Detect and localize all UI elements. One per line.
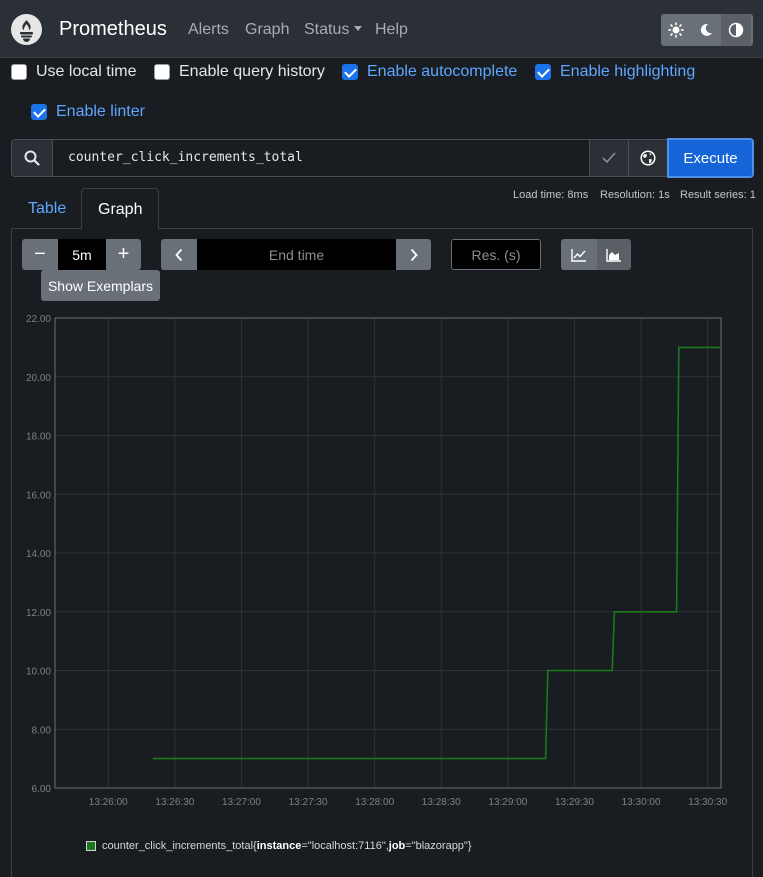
y-tick-label: 14.00 <box>26 549 51 560</box>
linter-option[interactable]: Enable linter <box>31 103 145 121</box>
x-tick-label: 13:29:00 <box>488 797 527 808</box>
y-tick-label: 10.00 <box>26 667 51 678</box>
nav-help[interactable]: Help <box>375 21 408 39</box>
x-tick-label: 13:26:00 <box>89 797 128 808</box>
range-input[interactable]: 5m <box>58 239 106 270</box>
x-tick-label: 13:28:30 <box>422 797 461 808</box>
legend-metric: counter_click_increments_total <box>102 840 254 852</box>
nav-graph[interactable]: Graph <box>245 21 289 39</box>
highlighting-checkbox[interactable] <box>535 64 551 80</box>
chart-grid <box>55 317 721 789</box>
unstacked-chart-button[interactable] <box>561 239 597 270</box>
y-tick-label: 12.00 <box>26 608 51 619</box>
x-tick-label: 13:27:00 <box>222 797 261 808</box>
chevron-right-icon <box>410 248 418 261</box>
autocomplete-option[interactable]: Enable autocomplete <box>342 63 517 81</box>
x-tick-label: 13:30:30 <box>688 797 727 808</box>
highlighting-option[interactable]: Enable highlighting <box>535 63 695 81</box>
sun-icon <box>668 22 684 38</box>
theme-light-button[interactable] <box>661 14 691 46</box>
x-tick-label: 13:26:30 <box>155 797 194 808</box>
theme-auto-button[interactable] <box>721 14 751 46</box>
previous-time-button[interactable] <box>161 239 197 270</box>
y-tick-label: 20.00 <box>26 373 51 384</box>
resolution-input[interactable]: Res. (s) <box>451 239 541 270</box>
use-local-time-label: Use local time <box>36 63 137 80</box>
contrast-icon <box>728 22 744 38</box>
stacked-chart-button[interactable] <box>597 239 631 270</box>
chart-legend[interactable]: counter_click_increments_total{instance =… <box>86 840 472 852</box>
y-tick-label: 16.00 <box>26 490 51 501</box>
next-time-button[interactable] <box>396 239 431 270</box>
increase-range-button[interactable]: + <box>106 239 141 270</box>
search-icon <box>24 150 40 166</box>
end-time-input[interactable]: End time <box>197 239 396 270</box>
brand-title[interactable]: Prometheus <box>59 18 167 41</box>
navbar: Prometheus Alerts Graph Status Help <box>0 0 763 58</box>
execute-button[interactable]: Execute <box>667 138 754 178</box>
query-history-label: Enable query history <box>179 63 325 80</box>
y-axis-ticks: 6.00 8.00 10.00 12.00 14.00 16.00 18.00 20.00 22… <box>26 314 51 795</box>
globe-icon <box>640 150 656 166</box>
y-tick-label: 8.00 <box>32 725 52 736</box>
theme-toggle-group <box>661 14 753 46</box>
area-chart-icon <box>606 248 621 262</box>
autocomplete-checkbox[interactable] <box>342 64 358 80</box>
chevron-down-icon <box>354 26 363 31</box>
legend-instance-value: ="localhost:7116", <box>301 840 389 852</box>
use-local-time-checkbox[interactable] <box>11 64 27 80</box>
linter-checkbox[interactable] <box>31 104 47 120</box>
check-icon <box>602 152 616 164</box>
tab-graph[interactable]: Graph <box>81 188 159 229</box>
highlighting-label: Enable highlighting <box>560 63 696 80</box>
query-history-option[interactable]: Enable query history <box>154 63 325 81</box>
x-tick-label: 13:28:00 <box>355 797 394 808</box>
time-series-chart: 6.00 8.00 10.00 12.00 14.00 16.00 18.00 20.00 22… <box>26 314 728 808</box>
x-axis-ticks: 13:26:00 13:26:30 13:27:00 13:27:30 13:28:00… <box>89 797 728 808</box>
nav-status-label: Status <box>304 21 350 38</box>
autocomplete-label: Enable autocomplete <box>367 63 518 80</box>
prometheus-logo-icon[interactable] <box>11 14 42 45</box>
query-history-checkbox[interactable] <box>154 64 170 80</box>
moon-icon <box>700 23 712 36</box>
theme-dark-button[interactable] <box>691 14 721 46</box>
linter-label: Enable linter <box>56 103 145 120</box>
y-tick-label: 18.00 <box>26 432 51 443</box>
resolution-stat: Resolution: 1s <box>600 189 670 201</box>
nav-status[interactable]: Status <box>304 21 363 39</box>
tab-table[interactable]: Table <box>12 188 82 229</box>
explore-metrics-button[interactable] <box>628 140 667 176</box>
decrease-range-button[interactable]: − <box>22 239 58 270</box>
legend-job-key: job <box>388 840 406 852</box>
result-series-stat: Result series: 1 <box>680 189 756 201</box>
chevron-left-icon <box>175 248 183 261</box>
expression-bar: counter_click_increments_total Execute <box>11 138 754 178</box>
x-tick-label: 13:29:30 <box>555 797 594 808</box>
y-tick-label: 6.00 <box>32 784 52 795</box>
line-chart-icon <box>571 248 586 262</box>
expression-input[interactable]: counter_click_increments_total <box>68 150 303 165</box>
x-tick-label: 13:27:30 <box>289 797 328 808</box>
show-exemplars-button[interactable]: Show Exemplars <box>41 270 160 301</box>
legend-job-value: ="blazorapp"} <box>405 840 472 852</box>
use-local-time-option[interactable]: Use local time <box>11 63 136 81</box>
legend-instance-key: instance <box>256 840 302 852</box>
legend-swatch <box>86 841 96 851</box>
load-time-stat: Load time: 8ms <box>513 189 589 201</box>
x-tick-label: 13:30:00 <box>622 797 661 808</box>
metrics-explorer-button[interactable] <box>12 140 53 176</box>
y-tick-label: 22.00 <box>26 314 51 325</box>
nav-alerts[interactable]: Alerts <box>188 21 229 39</box>
format-check-button[interactable] <box>589 140 628 176</box>
